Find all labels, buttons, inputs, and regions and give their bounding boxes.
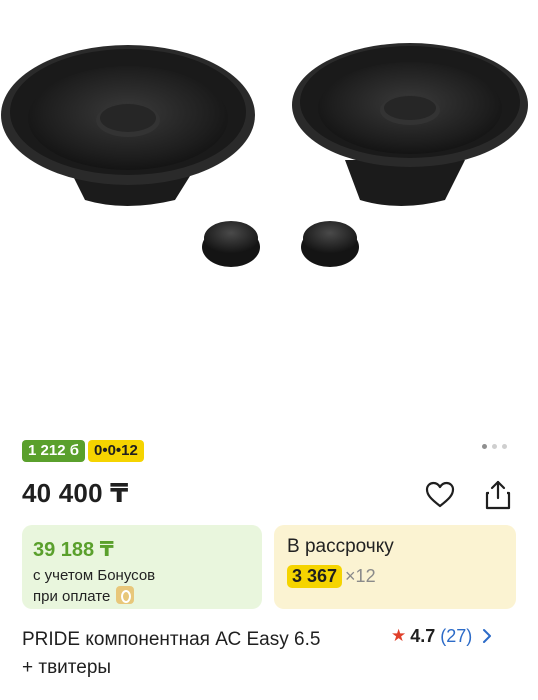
gallery-pagination <box>482 444 507 449</box>
bonus-price: 39 188 ₸ <box>33 539 114 561</box>
woofer-left-image <box>1 45 255 206</box>
bonus-note-text: при оплате <box>33 588 111 605</box>
bonus-badge: 1 212 б <box>22 440 85 462</box>
installment-payment: 3 367 ×12 <box>287 565 376 588</box>
star-icon: ★ <box>391 626 407 645</box>
product-title: PRIDE компонентная АС Easy 6.5 + твитеры <box>22 626 382 682</box>
installment-months: ×12 <box>345 566 376 586</box>
reviews-count[interactable]: (27) <box>440 626 472 647</box>
favorite-button[interactable] <box>423 478 457 512</box>
share-button[interactable] <box>481 478 515 512</box>
tweeter-left-image <box>202 221 260 267</box>
bonus-price-card[interactable]: 39 188 ₸ с учетом Бонусов при оплате <box>22 525 262 609</box>
share-icon <box>485 480 511 510</box>
bonus-note-line: с учетом Бонусов <box>33 567 156 584</box>
gallery-dot[interactable] <box>482 444 487 449</box>
product-image-gallery[interactable] <box>0 0 538 430</box>
promo-badges: 1 212 б 0•0•12 <box>22 440 144 462</box>
product-photo <box>1 43 528 267</box>
product-rating[interactable]: ★ 4.7 (27) <box>391 626 492 646</box>
woofer-right-image <box>292 43 528 206</box>
bonus-note-line: при оплате <box>33 586 155 607</box>
product-title-line: PRIDE компонентная АС Easy 6.5 <box>22 629 321 650</box>
tweeter-right-image <box>301 221 359 267</box>
heart-icon <box>425 481 455 508</box>
rating-value: 4.7 <box>410 625 436 646</box>
installment-badge: 0•0•12 <box>87 440 144 462</box>
installment-amount: 3 367 <box>287 565 343 588</box>
product-title-line: + твитеры <box>22 657 112 678</box>
bonus-note: с учетом Бонусов при оплате <box>33 565 155 607</box>
gallery-dot[interactable] <box>492 444 497 449</box>
installment-card[interactable]: В рассрочку 3 367 ×12 <box>274 525 516 609</box>
bonus-coin-icon <box>116 586 135 604</box>
installment-title: В рассрочку <box>287 536 394 557</box>
gallery-dot[interactable] <box>502 444 507 449</box>
product-price: 40 400 ₸ <box>22 478 129 508</box>
chevron-right-icon <box>483 629 492 643</box>
